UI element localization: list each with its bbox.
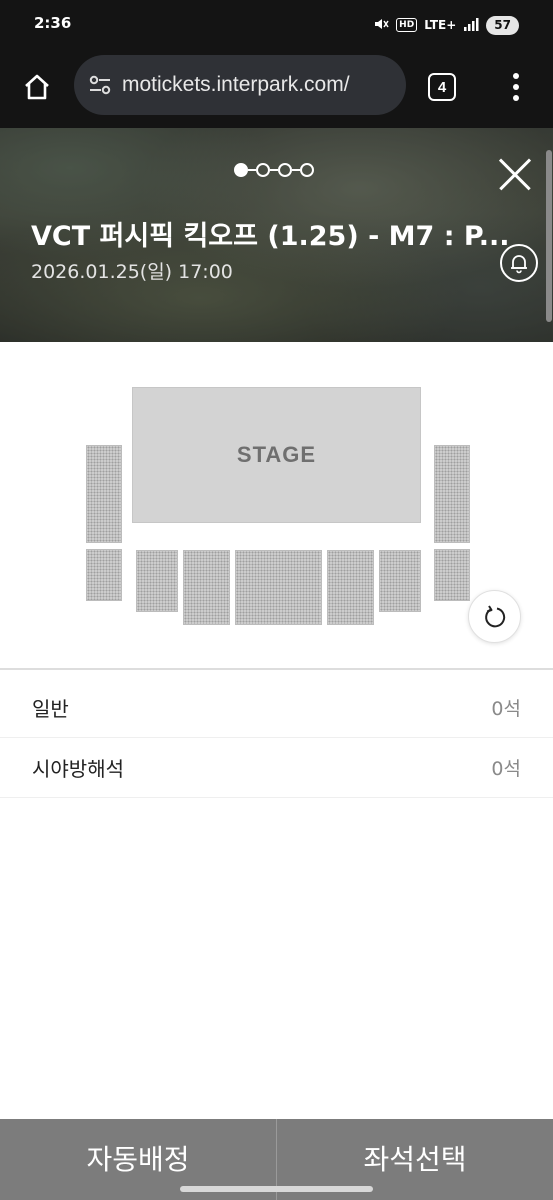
url-text: motickets.interpark.com/ — [122, 73, 350, 96]
close-icon[interactable] — [498, 157, 532, 191]
list-item[interactable]: 시야방해석 0석 — [0, 738, 553, 798]
home-button[interactable] — [18, 68, 56, 106]
divider — [0, 668, 553, 670]
seat-block-left-lower[interactable] — [86, 549, 122, 601]
seat-block-floor-center[interactable] — [235, 550, 322, 625]
status-time: 2:36 — [34, 14, 72, 32]
seat-block-right-upper[interactable] — [434, 445, 470, 543]
gesture-handle[interactable] — [180, 1186, 373, 1192]
refresh-icon — [484, 604, 505, 627]
more-menu-icon[interactable] — [502, 70, 530, 104]
image-pager[interactable] — [234, 163, 314, 177]
browser-toolbar: motickets.interpark.com/ 4 — [0, 50, 553, 128]
network-label: LTE+ — [424, 18, 457, 32]
event-title: VCT 퍼시픽 킥오프 (1.25) - M7 : P... — [31, 221, 510, 252]
status-icons: HD LTE+ 57 — [373, 14, 519, 36]
event-datetime: 2026.01.25(일) 17:00 — [31, 261, 233, 283]
refresh-button[interactable] — [468, 590, 521, 643]
seat-grade-count: 0석 — [491, 758, 521, 780]
seat-block-floor-1[interactable] — [136, 550, 178, 612]
event-header: VCT 퍼시픽 킥오프 (1.25) - M7 : P... 2026.01.2… — [0, 128, 553, 342]
seat-block-floor-2[interactable] — [183, 550, 230, 625]
seat-grade-count: 0석 — [491, 698, 521, 720]
mute-icon — [373, 16, 389, 35]
seat-grade-name: 일반 — [32, 697, 69, 721]
seat-block-floor-5[interactable] — [379, 550, 421, 612]
scrollbar[interactable] — [546, 150, 552, 322]
pager-dot[interactable] — [278, 163, 292, 177]
list-item[interactable]: 일반 0석 — [0, 678, 553, 738]
seat-grade-name: 시야방해석 — [32, 757, 124, 781]
status-bar: 2:36 HD LTE+ 57 — [0, 0, 553, 50]
pager-dot[interactable] — [300, 163, 314, 177]
pager-dot-active[interactable] — [234, 163, 248, 177]
seat-block-left-upper[interactable] — [86, 445, 122, 543]
site-settings-icon[interactable] — [86, 71, 114, 99]
stage: STAGE — [132, 387, 421, 523]
seat-map[interactable]: STAGE — [0, 342, 553, 668]
notification-bell-icon[interactable] — [500, 244, 538, 282]
address-bar[interactable]: motickets.interpark.com/ — [74, 55, 406, 115]
battery-indicator: 57 — [486, 15, 519, 35]
signal-icon — [463, 17, 479, 34]
hd-voice-icon: HD — [396, 18, 418, 32]
seat-block-floor-4[interactable] — [327, 550, 374, 625]
seat-block-right-lower[interactable] — [434, 549, 470, 601]
home-icon — [25, 74, 49, 100]
pager-dot[interactable] — [256, 163, 270, 177]
seat-grade-list: 일반 0석 시야방해석 0석 — [0, 678, 553, 798]
tab-switcher-button[interactable]: 4 — [428, 73, 456, 101]
